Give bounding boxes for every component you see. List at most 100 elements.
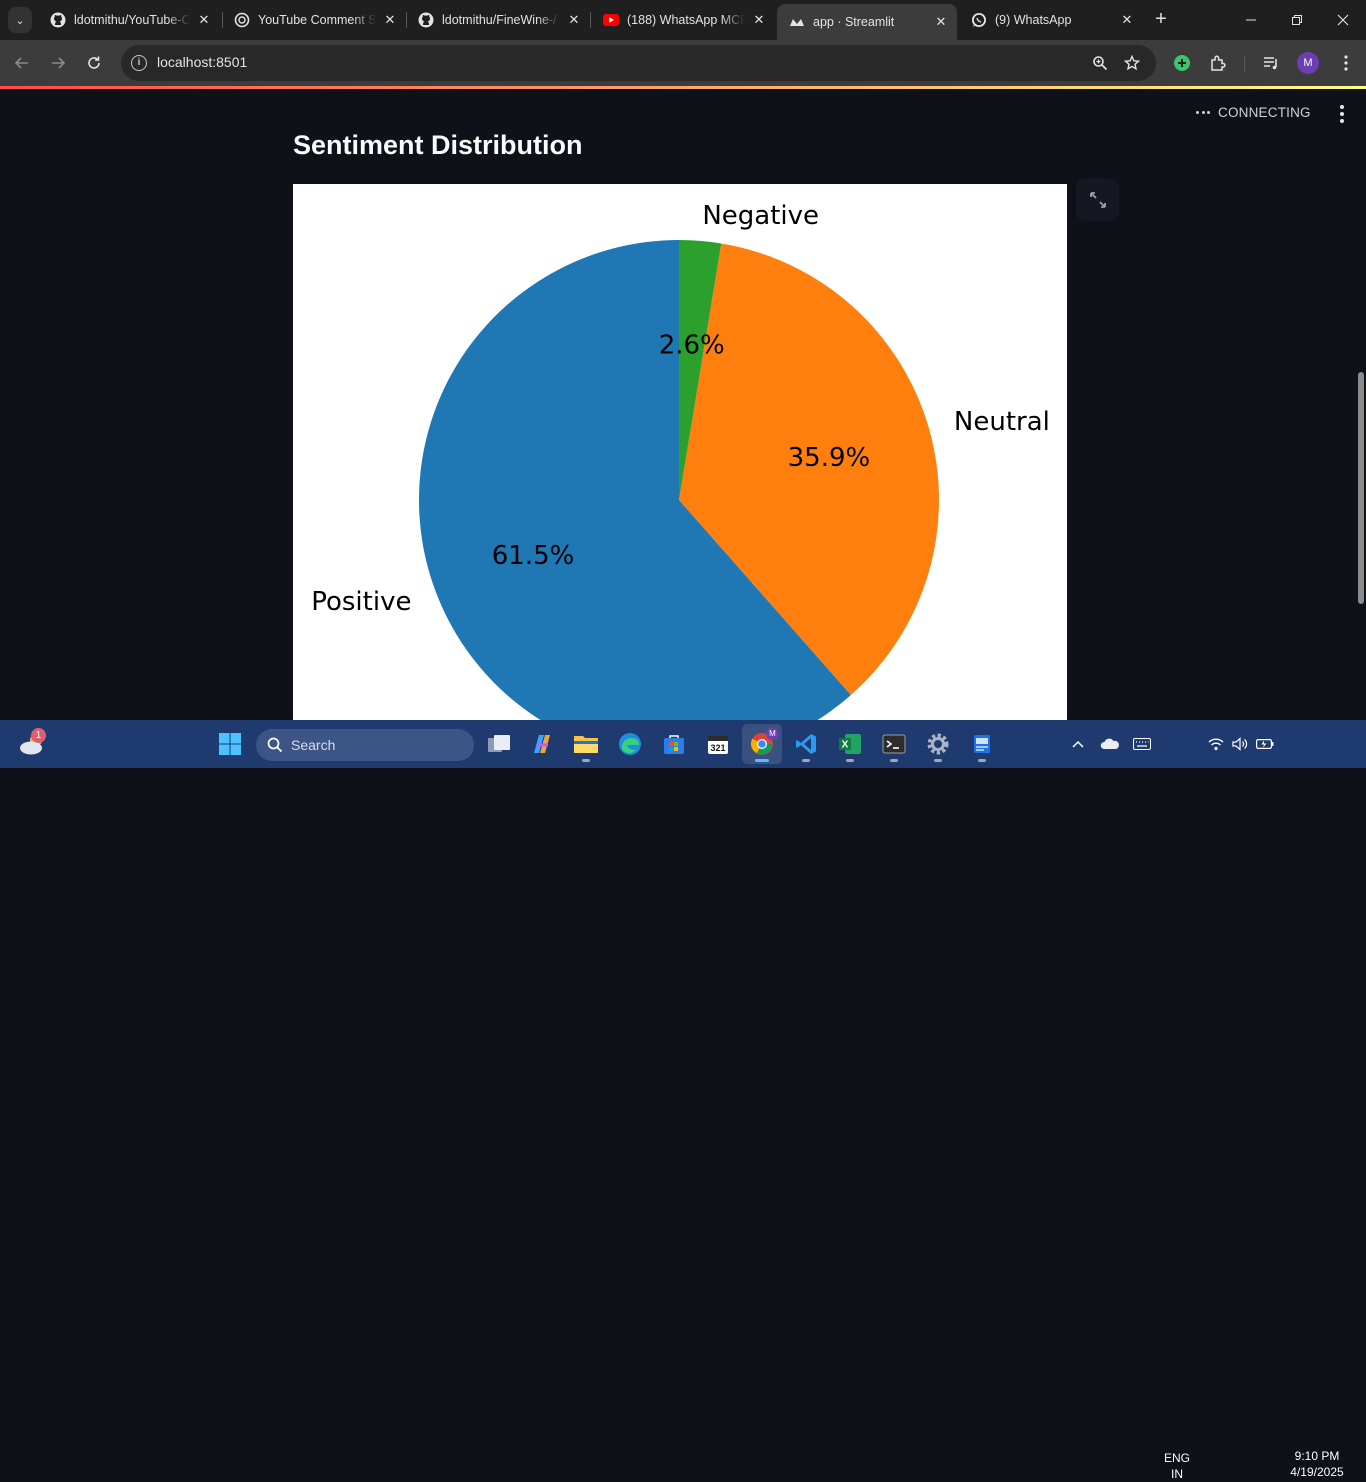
settings-button[interactable] [918, 724, 958, 764]
tab-github-youtube[interactable]: ldotmithu/YouTube-C ✕ [38, 4, 220, 36]
search-icon [267, 737, 283, 753]
region-code: IN [1171, 1467, 1183, 1481]
copilot-icon [534, 735, 550, 753]
quick-settings-button[interactable] [1203, 724, 1279, 764]
tab-search-button[interactable]: ⌄ [8, 7, 32, 33]
close-icon[interactable]: ✕ [751, 12, 767, 28]
svg-text:321: 321 [710, 743, 725, 753]
reload-icon [88, 56, 100, 69]
taskbar-search-box[interactable]: Search [256, 729, 474, 761]
pie-percent-label-negative: 2.6% [659, 331, 725, 361]
tab-youtube-comment[interactable]: YouTube Comment S ✕ [222, 4, 406, 36]
youtube-icon [603, 12, 619, 28]
edge-button[interactable] [610, 724, 650, 764]
language-code: ENG [1164, 1451, 1191, 1465]
expand-icon [1089, 191, 1106, 208]
language-indicator[interactable]: ENG IN [1164, 1450, 1190, 1482]
store-icon [664, 735, 684, 754]
chevron-down-icon: ⌄ [15, 14, 25, 27]
store-button[interactable] [654, 724, 694, 764]
chrome-button[interactable]: M [742, 724, 782, 764]
tab-streamlit-app[interactable]: app · Streamlit ✕ [777, 4, 957, 40]
page-title: Sentiment Distribution [293, 130, 583, 160]
ellipsis-icon [1196, 110, 1210, 115]
tab-youtube-whatsapp-mcp[interactable]: (188) WhatsApp MCP ✕ [591, 4, 775, 36]
restore-button[interactable] [1274, 0, 1320, 40]
arrow-left-icon [14, 57, 28, 69]
new-tab-button[interactable]: + [1150, 8, 1172, 32]
chrome-profile-badge: M [766, 727, 779, 740]
streamlit-main-menu-button[interactable] [1334, 104, 1350, 124]
fullscreen-button[interactable] [1076, 178, 1119, 221]
media-control-icon[interactable] [1259, 51, 1283, 75]
clock[interactable]: 9:10 PM 4/19/2025 [1286, 1448, 1348, 1480]
page-scrollbar[interactable] [1358, 372, 1364, 604]
close-icon[interactable]: ✕ [1119, 12, 1135, 28]
back-button[interactable] [9, 50, 35, 76]
address-url[interactable]: localhost:8501 [157, 54, 247, 70]
windows-logo-icon [219, 733, 241, 755]
excel-button[interactable]: X [830, 724, 870, 764]
close-icon[interactable]: ✕ [382, 12, 398, 28]
tab-title: ldotmithu/FineWine-/ [442, 13, 557, 27]
terminal-button[interactable] [874, 724, 914, 764]
wifi-icon [1208, 738, 1224, 751]
task-view-icon [488, 735, 510, 752]
tab-title: YouTube Comment S [258, 13, 376, 27]
restore-icon [1292, 15, 1302, 25]
tab-title: (188) WhatsApp MCP [627, 13, 745, 27]
battery-charging-icon [1256, 739, 1274, 750]
reload-button[interactable] [81, 50, 107, 76]
edge-icon [619, 733, 641, 755]
whatsapp-icon [971, 12, 987, 28]
bookmark-star-icon[interactable] [1122, 53, 1142, 73]
folder-icon [574, 736, 598, 753]
file-explorer-button[interactable] [566, 724, 606, 764]
info-icon[interactable]: i [131, 55, 147, 71]
windows-taskbar: Search 321 M X ENG IN 9:10 PM 4/19/2025 [0, 720, 1366, 1481]
streamlit-icon [789, 14, 805, 30]
connection-status: CONNECTING [1196, 105, 1311, 120]
app-window-button[interactable] [962, 724, 1002, 764]
tab-title: app · Streamlit [813, 15, 895, 29]
onedrive-cloud-icon [1100, 738, 1119, 749]
tab-github-finewine[interactable]: ldotmithu/FineWine-/ ✕ [406, 4, 590, 36]
openai-icon [234, 12, 250, 28]
github-icon [50, 12, 66, 28]
profile-avatar[interactable]: M [1297, 52, 1319, 74]
tab-whatsapp[interactable]: (9) WhatsApp ✕ [959, 4, 1143, 36]
close-icon[interactable]: ✕ [196, 12, 212, 28]
keyboard-icon [1133, 738, 1151, 750]
tab-title: ldotmithu/YouTube-C [74, 13, 190, 27]
extensions-puzzle-icon[interactable] [1206, 51, 1230, 75]
pie-category-label-positive: Positive [311, 587, 411, 617]
close-window-button[interactable] [1320, 0, 1366, 40]
vscode-button[interactable] [786, 724, 826, 764]
close-icon[interactable]: ✕ [933, 14, 949, 30]
svg-text:X: X [842, 740, 849, 751]
volume-icon [1232, 737, 1248, 751]
clock-time: 9:10 PM [1294, 1449, 1340, 1463]
close-icon [1337, 14, 1349, 26]
pie-percent-label-neutral: 35.9% [788, 443, 871, 473]
pie-category-label-negative: Negative [702, 201, 819, 231]
gear-icon [927, 733, 949, 755]
task-view-button[interactable] [479, 724, 519, 764]
close-icon[interactable]: ✕ [566, 12, 582, 28]
start-button[interactable] [210, 724, 250, 764]
pie-chart: 61.5% Positive 35.9% Neutral 2.6% Negative [311, 201, 1050, 720]
forward-button[interactable] [45, 50, 71, 76]
excel-icon: X [839, 734, 861, 754]
search-placeholder: Search [291, 737, 336, 753]
extension-plus-icon[interactable] [1170, 51, 1194, 75]
pie-chart-image: 61.5% Positive 35.9% Neutral 2.6% Negative [293, 184, 1067, 720]
browser-menu-icon[interactable] [1334, 51, 1358, 75]
keyboard-button[interactable] [1122, 724, 1162, 764]
address-bar[interactable]: i localhost:8501 [121, 45, 1156, 81]
minimize-button[interactable] [1228, 0, 1274, 40]
copilot-button[interactable] [522, 724, 562, 764]
chevron-up-icon [1072, 740, 1084, 748]
zoom-icon[interactable] [1090, 53, 1110, 73]
calendar-app-button[interactable]: 321 [698, 724, 738, 764]
tab-title: (9) WhatsApp [995, 13, 1072, 27]
